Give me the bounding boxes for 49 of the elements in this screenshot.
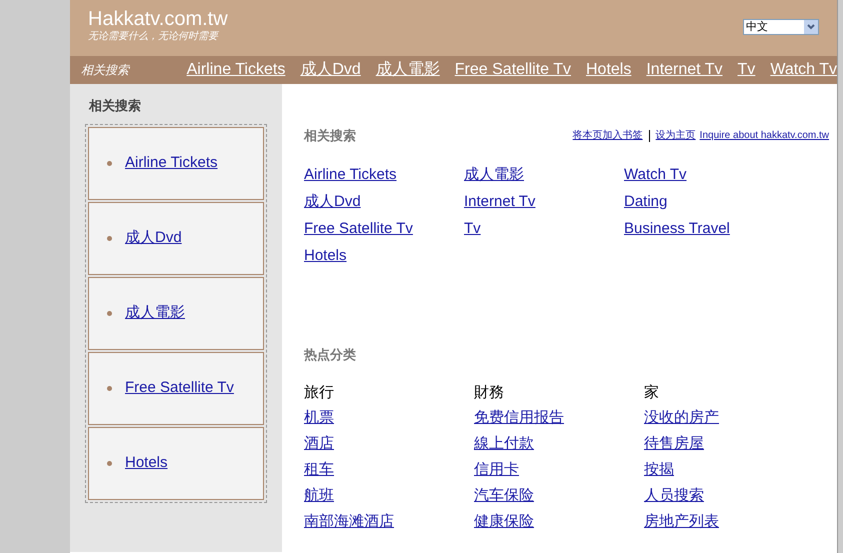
select-value: 中文	[745, 20, 768, 34]
category-link[interactable]: 南部海滩酒店	[304, 511, 394, 532]
category-link[interactable]: 人员搜索	[644, 485, 704, 506]
category-link[interactable]: 線上付款	[474, 433, 534, 454]
category-link[interactable]: 没收的房产	[644, 407, 719, 428]
category-link[interactable]: 航班	[304, 485, 334, 506]
section-title: 热点分类	[304, 346, 357, 364]
nav-label: 相关搜索	[81, 62, 131, 79]
category-heading: 旅行	[304, 384, 334, 402]
category-link[interactable]: 健康保险	[474, 511, 534, 532]
top-link[interactable]: 将本页加入书签	[572, 128, 643, 144]
sidebar-link[interactable]: 成人電影	[125, 302, 185, 324]
category-link[interactable]: 机票	[304, 407, 334, 428]
sidebar-link[interactable]: Hotels	[125, 452, 168, 474]
related-link[interactable]: Business Travel	[624, 218, 730, 238]
category-link[interactable]: 酒店	[304, 433, 334, 454]
related-link[interactable]: Watch Tv	[624, 164, 687, 184]
related-link[interactable]: 成人電影	[464, 164, 524, 184]
related-link[interactable]: Tv	[464, 218, 481, 238]
related-link[interactable]: 成人Dvd	[304, 190, 361, 212]
tagline: 无论需要什么，无论何时需要	[88, 30, 220, 44]
related-link[interactable]: Hotels	[304, 244, 347, 266]
related-link[interactable]: Free Satellite Tv	[304, 218, 413, 238]
category-link[interactable]: 免费信用报告	[474, 407, 564, 428]
related-link[interactable]: Dating	[624, 190, 668, 212]
section-title: 相关搜索	[304, 127, 356, 145]
bullet-icon	[107, 460, 112, 466]
sidebar-title: 相关搜索	[88, 97, 142, 115]
bullet-icon	[107, 386, 112, 390]
bullet-icon	[107, 236, 112, 240]
category-link[interactable]: 待售房屋	[644, 433, 704, 454]
category-link[interactable]: 租车	[304, 459, 334, 480]
related-link[interactable]: Airline Tickets	[304, 164, 397, 184]
sidebar-link[interactable]: Airline Tickets	[125, 152, 218, 174]
related-link[interactable]: Internet Tv	[464, 190, 536, 212]
category-link[interactable]: 汽车保险	[474, 485, 534, 506]
category-link[interactable]: 房地产列表	[644, 511, 719, 532]
top-link[interactable]: Inquire about hakkatv.com.tw	[700, 128, 829, 144]
category-link[interactable]: 信用卡	[474, 459, 519, 480]
category-heading: 家	[644, 384, 659, 402]
bullet-icon	[107, 310, 112, 316]
category-link[interactable]: 按揭	[644, 459, 674, 480]
language-select[interactable]: 中文	[743, 19, 819, 35]
top-link[interactable]: 设为主页	[656, 128, 696, 144]
category-heading: 財務	[474, 384, 504, 402]
bullet-icon	[107, 160, 112, 166]
site-title: Hakkatv.com.tw	[88, 8, 228, 30]
sidebar-link[interactable]: Free Satellite Tv	[125, 376, 234, 400]
sidebar-link[interactable]: 成人Dvd	[125, 226, 182, 250]
